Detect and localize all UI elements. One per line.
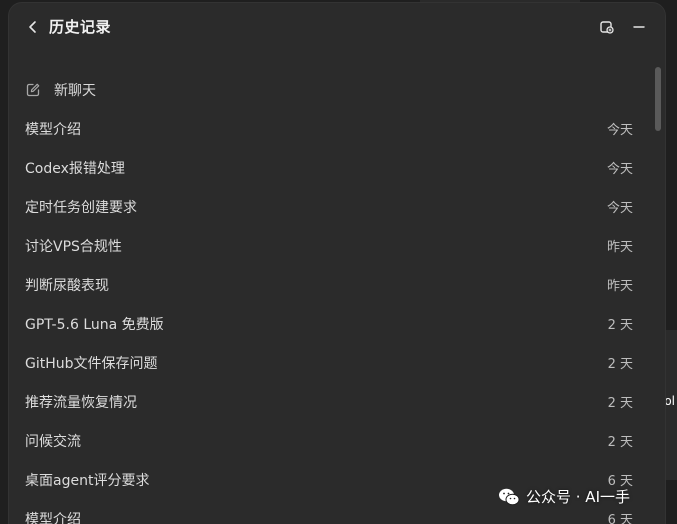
new-window-button[interactable]	[597, 17, 617, 37]
page-title: 历史记录	[49, 18, 112, 36]
history-item-name: GPT-5.6 Luna 免费版	[25, 316, 164, 333]
history-item-time: 昨天	[606, 279, 633, 294]
history-item-name: 判断尿酸表现	[25, 277, 109, 294]
history-item-name: 模型介绍	[25, 121, 81, 138]
history-item-name: GitHub文件保存问题	[25, 355, 158, 372]
history-item-name: 定时任务创建要求	[25, 199, 137, 216]
history-item-time: 6 天	[607, 513, 633, 524]
history-list: 新聊天 模型介绍 今天 Codex报错处理 今天 定时任务创建要求 今天 讨论V…	[9, 71, 665, 524]
history-panel: 历史记录 新聊天 模型介绍 今天 Codex报错处理 今天 定时任务创建要求 今…	[8, 2, 666, 524]
history-item[interactable]: 模型介绍 今天	[9, 109, 665, 148]
edit-icon	[25, 82, 41, 98]
history-item[interactable]: 推荐流量恢复情况 2 天	[9, 382, 665, 421]
history-item-time: 2 天	[607, 357, 633, 372]
history-item-name: 推荐流量恢复情况	[25, 394, 137, 411]
watermark: 公众号 · AI一手	[498, 486, 630, 507]
chevron-left-icon	[29, 21, 36, 33]
history-item-time: 今天	[606, 162, 633, 177]
desktop: ol 历史记录 新聊天 模型介绍 今天 Codex报错处理 今天 定时任务创建要…	[0, 0, 677, 524]
history-item[interactable]: GPT-5.6 Luna 免费版 2 天	[9, 304, 665, 343]
new-chat-label: 新聊天	[54, 83, 96, 99]
history-item-time: 2 天	[607, 318, 633, 333]
history-item[interactable]: 问候交流 2 天	[9, 421, 665, 460]
wechat-icon	[499, 488, 520, 505]
history-item[interactable]: GitHub文件保存问题 2 天	[9, 343, 665, 382]
back-button[interactable]	[23, 17, 43, 37]
history-item-name: 模型介绍	[25, 511, 81, 524]
panel-header: 历史记录	[9, 3, 665, 51]
history-item-time: 今天	[606, 123, 633, 138]
history-item-name: 桌面agent评分要求	[25, 472, 150, 489]
history-item-name: 问候交流	[25, 433, 81, 450]
history-item[interactable]: 判断尿酸表现 昨天	[9, 265, 665, 304]
history-item-name: Codex报错处理	[25, 160, 125, 177]
watermark-text: 公众号 · AI一手	[526, 488, 630, 506]
history-item[interactable]: 定时任务创建要求 今天	[9, 187, 665, 226]
scrollbar-thumb[interactable]	[655, 67, 661, 131]
history-item-time: 昨天	[606, 240, 633, 255]
minimize-button[interactable]	[629, 17, 649, 37]
history-item-time: 今天	[606, 201, 633, 216]
history-item-name: 讨论VPS合规性	[25, 238, 122, 255]
history-item[interactable]: 讨论VPS合规性 昨天	[9, 226, 665, 265]
history-item-time: 2 天	[607, 396, 633, 411]
new-window-icon	[600, 21, 614, 34]
minimize-icon	[633, 26, 645, 28]
new-chat-button[interactable]: 新聊天	[9, 71, 665, 109]
history-item[interactable]: Codex报错处理 今天	[9, 148, 665, 187]
history-item-time: 2 天	[607, 435, 633, 450]
